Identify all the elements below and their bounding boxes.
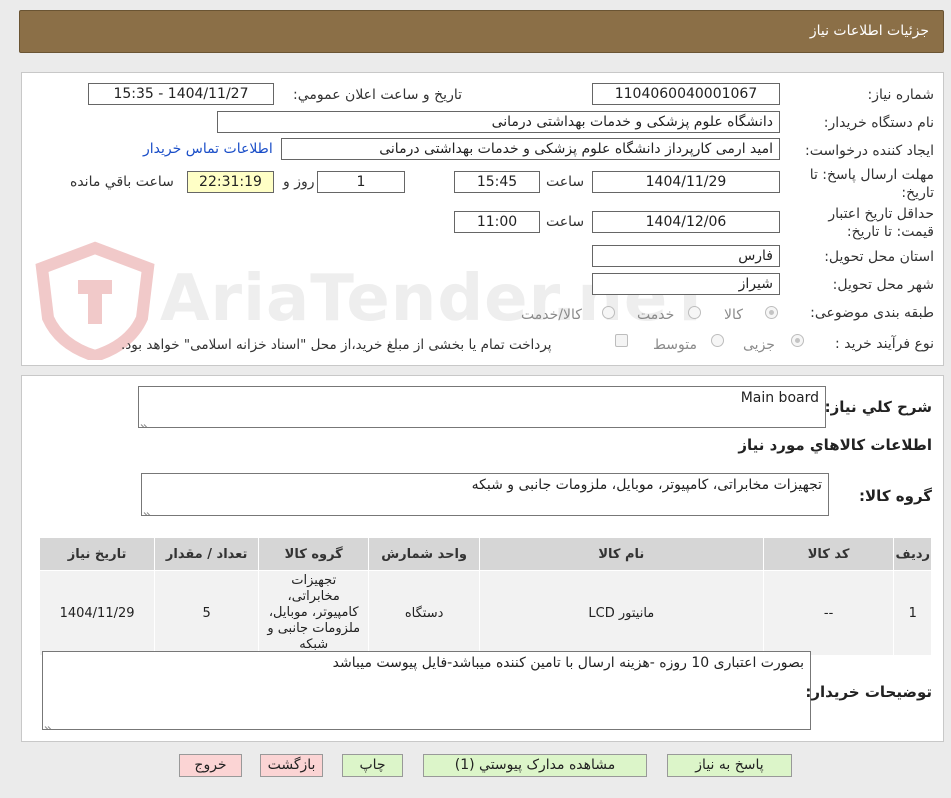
deadline-label: مهلت ارسال پاسخ: تا تاریخ: [809,167,934,201]
category-goods-label: کالا [724,307,743,323]
announce-date-field: 1404/11/27 - 15:35 [88,83,274,105]
requester-label: ایجاد کننده درخواست: [805,143,934,159]
goods-group-field: تجهیزات مخابراتی، کامپیوتر، موبایل، ملزو… [141,473,829,516]
days-remaining-field: 1 [317,171,405,193]
col-name-header: نام كالا [478,537,764,571]
need-number-field: 1104060040001067 [592,83,780,105]
resize-grip-icon[interactable] [144,505,152,513]
page-header: جزئیات اطلاعات نیاز [19,10,944,53]
price-validity-time-field: 11:00 [454,211,540,233]
price-validity-date-field: 1404/12/06 [592,211,780,233]
need-number-label: شماره نیاز: [867,87,935,103]
province-field: فارس [592,245,780,267]
col-date-header: تاريخ نياز [38,537,156,571]
requester-field: امید ارمی کارپرداز دانشگاه علوم پزشکی و … [281,138,780,160]
reply-button[interactable]: پاسخ به نیاز [667,754,792,777]
cell-row-number: 1 [893,570,932,656]
category-goods-radio[interactable] [765,306,778,319]
buyer-name-field: دانشگاه علوم پزشکی و خدمات بهداشتی درمان… [217,111,780,133]
treasury-checkbox[interactable] [615,334,628,347]
cell-group: تجهیزات مخابراتی، کامپیوتر، موبایل، ملزو… [258,570,370,656]
price-validity-time-label: ساعت [546,214,585,230]
deadline-time-field: 15:45 [454,171,540,193]
print-button[interactable]: چاپ [342,754,403,777]
process-medium-radio[interactable] [711,334,724,347]
exit-button[interactable]: خروج [179,754,242,777]
category-service-radio[interactable] [688,306,701,319]
col-code-header: كد كالا [762,537,895,571]
deadline-date-field: 1404/11/29 [592,171,780,193]
table-header-row: رديف كد كالا نام كالا واحد شمارش گروه كا… [38,537,932,571]
process-medium-label: متوسط [653,337,697,353]
buyer-notes-label: توضیحات خریدار: [805,683,932,701]
goods-group-text: تجهیزات مخابراتی، کامپیوتر، موبایل، ملزو… [471,477,822,493]
province-label: استان محل تحویل: [824,249,934,265]
days-label: روز و [283,174,315,190]
page-title: جزئیات اطلاعات نیاز [809,23,929,39]
col-qty-header: تعداد / مقدار [154,537,260,571]
category-goods-service-label: کالا/خدمت [521,307,582,323]
col-group-header: گروه كالا [258,537,370,571]
deadline-time-label: ساعت [546,174,585,190]
category-service-label: خدمت [637,307,675,323]
buyer-notes-text: بصورت اعتباری 10 روزه -هزینه ارسال با تا… [332,655,804,671]
need-summary-field: Main board [138,386,826,428]
need-summary-text: Main board [740,390,819,406]
announce-date-label: تاریخ و ساعت اعلان عمومي: [293,87,462,103]
items-table: رديف كد كالا نام كالا واحد شمارش گروه كا… [38,537,932,656]
view-attachments-button[interactable]: مشاهده مدارک پیوستي (1) [423,754,647,777]
cell-unit: دستگاه [368,570,480,656]
col-unit-header: واحد شمارش [368,537,480,571]
col-row-header: رديف [893,537,932,571]
remaining-time-label: ساعت باقي مانده [70,174,174,190]
need-summary-label: شرح كلي نياز: [824,398,932,416]
buyer-notes-field: بصورت اعتباری 10 روزه -هزینه ارسال با تا… [42,651,811,730]
items-heading: اطلاعات كالاهاي مورد نياز [738,436,932,454]
city-label: شهر محل تحویل: [832,277,934,293]
category-label: طبقه بندی موضوعی: [810,305,934,321]
remaining-time-field: 22:31:19 [187,171,274,193]
cell-code: -- [762,570,895,656]
back-button[interactable]: بازگشت [260,754,323,777]
price-validity-label: حداقل تاریخ اعتبار قیمت: تا تاریخ: [828,206,934,240]
buyer-name-label: نام دستگاه خریدار: [823,115,934,131]
treasury-text: پرداخت تمام یا بخشی از مبلغ خرید،از محل … [121,337,552,353]
cell-name: مانیتور LCD [478,570,764,656]
buyer-contact-link[interactable]: اطلاعات تماس خریدار [143,141,273,157]
resize-grip-icon[interactable] [141,417,149,425]
process-type-label: نوع فرآیند خرید : [835,336,934,352]
category-goods-service-radio[interactable] [602,306,615,319]
goods-group-label: گروه كالا: [859,487,932,505]
process-minor-label: جزیی [743,337,775,353]
cell-qty: 5 [154,570,260,656]
cell-date: 1404/11/29 [38,570,156,656]
city-field: شیراز [592,273,780,295]
process-minor-radio[interactable] [791,334,804,347]
table-row: 1 -- مانیتور LCD دستگاه تجهیزات مخابراتی… [38,570,932,656]
resize-grip-icon[interactable] [45,719,53,727]
